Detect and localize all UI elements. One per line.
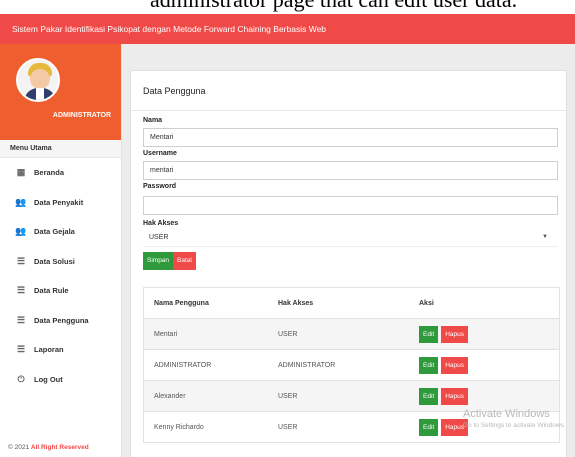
cell-role: USER bbox=[278, 392, 298, 400]
app-title: Sistem Pakar Identifikasi Psikopat denga… bbox=[12, 24, 327, 34]
power-icon: ⏻ bbox=[17, 373, 25, 384]
cancel-button[interactable]: Batal bbox=[173, 252, 196, 270]
watermark-title: Activate Windows bbox=[463, 408, 550, 420]
column-header: Nama Pengguna bbox=[154, 299, 209, 307]
cell-actions: Edit Hapus bbox=[419, 387, 559, 405]
sidebar-item-data-rule[interactable]: ☰ Data Rule bbox=[0, 276, 121, 306]
profile-panel: ADMINISTRATOR bbox=[0, 44, 121, 140]
save-button[interactable]: Simpan bbox=[143, 252, 174, 270]
user-role: ADMINISTRATOR bbox=[52, 112, 111, 119]
column-header: Hak Akses bbox=[278, 299, 314, 307]
edit-button[interactable]: Edit bbox=[419, 356, 439, 374]
list-icon: ☰ bbox=[16, 314, 26, 325]
username-label: Username bbox=[143, 150, 177, 157]
hak-akses-select[interactable]: USER ▼ bbox=[143, 228, 558, 247]
password-input[interactable] bbox=[143, 196, 558, 215]
cell-name: Kenny Richardo bbox=[154, 423, 204, 431]
password-label: Password bbox=[143, 183, 177, 190]
username-input[interactable]: mentari bbox=[143, 161, 558, 180]
cell-name: ADMINISTRATOR bbox=[154, 361, 212, 369]
sidebar-item-label: Data Gejala bbox=[34, 227, 75, 237]
sidebar-item-label: Data Penyakit bbox=[34, 197, 84, 207]
sidebar-footer: © 2021 All Right Reserved bbox=[0, 444, 122, 451]
cell-role: ADMINISTRATOR bbox=[278, 361, 336, 369]
delete-button[interactable]: Hapus bbox=[441, 387, 468, 405]
form-actions: Simpan Batal bbox=[143, 252, 558, 270]
main-content: Data Pengguna Nama Mentari Username ment… bbox=[122, 44, 575, 457]
sidebar-item-data-solusi[interactable]: ☰ Data Solusi bbox=[0, 247, 121, 277]
cell-name: Mentari bbox=[154, 330, 178, 338]
footer-year: © 2021 bbox=[8, 444, 30, 451]
sidebar-item-label: Beranda bbox=[34, 168, 65, 178]
users-icon: 👥 bbox=[15, 226, 27, 237]
sidebar-item-data-penyakit[interactable]: 👥 Data Penyakit bbox=[0, 188, 121, 218]
edit-button[interactable]: Edit bbox=[419, 418, 439, 436]
edit-button[interactable]: Edit bbox=[419, 387, 439, 405]
caption-text: administrator page that can edit user da… bbox=[150, 0, 575, 11]
user-form: Nama Mentari Username mentari Password H… bbox=[131, 117, 566, 270]
chevron-down-icon: ▼ bbox=[542, 234, 548, 240]
hak-akses-label: Hak Akses bbox=[143, 220, 179, 227]
cell-role: USER bbox=[278, 423, 298, 431]
sidebar-item-beranda[interactable]: ▦ Beranda bbox=[0, 158, 121, 188]
hak-akses-value: USER bbox=[149, 234, 169, 241]
cell-actions: Edit Hapus bbox=[419, 325, 559, 343]
activation-watermark: Activate Windows Go to Settings to activ… bbox=[463, 408, 566, 429]
sidebar-item-laporan[interactable]: ☰ Laporan bbox=[0, 335, 121, 365]
table-row: ADMINISTRATOR ADMINISTRATOR Edit Hapus bbox=[144, 350, 559, 381]
edit-button[interactable]: Edit bbox=[419, 325, 439, 343]
sidebar-item-label: Log Out bbox=[34, 374, 63, 384]
dashboard-icon: ▦ bbox=[16, 167, 26, 178]
footer-link[interactable]: All Right Reserved bbox=[31, 444, 89, 451]
column-header: Aksi bbox=[419, 299, 434, 307]
cell-role: USER bbox=[278, 330, 298, 338]
table-row: Mentari USER Edit Hapus bbox=[144, 319, 559, 350]
user-data-card: Data Pengguna Nama Mentari Username ment… bbox=[130, 70, 567, 457]
delete-button[interactable]: Hapus bbox=[441, 325, 468, 343]
cell-name: Alexander bbox=[154, 392, 186, 400]
sidebar-item-label: Data Pengguna bbox=[34, 315, 89, 325]
list-icon: ☰ bbox=[16, 344, 26, 355]
card-title: Data Pengguna bbox=[131, 71, 566, 111]
sidebar-item-data-gejala[interactable]: 👥 Data Gejala bbox=[0, 217, 121, 247]
list-icon: ☰ bbox=[16, 255, 26, 266]
sidebar-item-label: Laporan bbox=[34, 345, 64, 355]
nama-input[interactable]: Mentari bbox=[143, 128, 558, 147]
menu-header: Menu Utama bbox=[0, 140, 121, 158]
list-icon: ☰ bbox=[16, 285, 26, 296]
nama-label: Nama bbox=[143, 117, 163, 124]
app-header: Sistem Pakar Identifikasi Psikopat denga… bbox=[0, 14, 575, 44]
sidebar-item-label: Data Rule bbox=[34, 286, 69, 296]
users-icon: 👥 bbox=[15, 196, 27, 207]
avatar bbox=[16, 58, 60, 102]
table-header: Nama Pengguna Hak Akses Aksi bbox=[144, 288, 559, 319]
delete-button[interactable]: Hapus bbox=[441, 356, 468, 374]
sidebar-item-data-pengguna[interactable]: ☰ Data Pengguna bbox=[0, 306, 121, 336]
watermark-subtitle: Go to Settings to activate Windows. bbox=[463, 422, 566, 429]
sidebar-item-label: Data Solusi bbox=[34, 256, 75, 266]
cell-actions: Edit Hapus bbox=[419, 356, 559, 374]
sidebar: ADMINISTRATOR Menu Utama ▦ Beranda 👥 Dat… bbox=[0, 44, 122, 457]
sidebar-item-log-out[interactable]: ⏻ Log Out bbox=[0, 365, 121, 395]
